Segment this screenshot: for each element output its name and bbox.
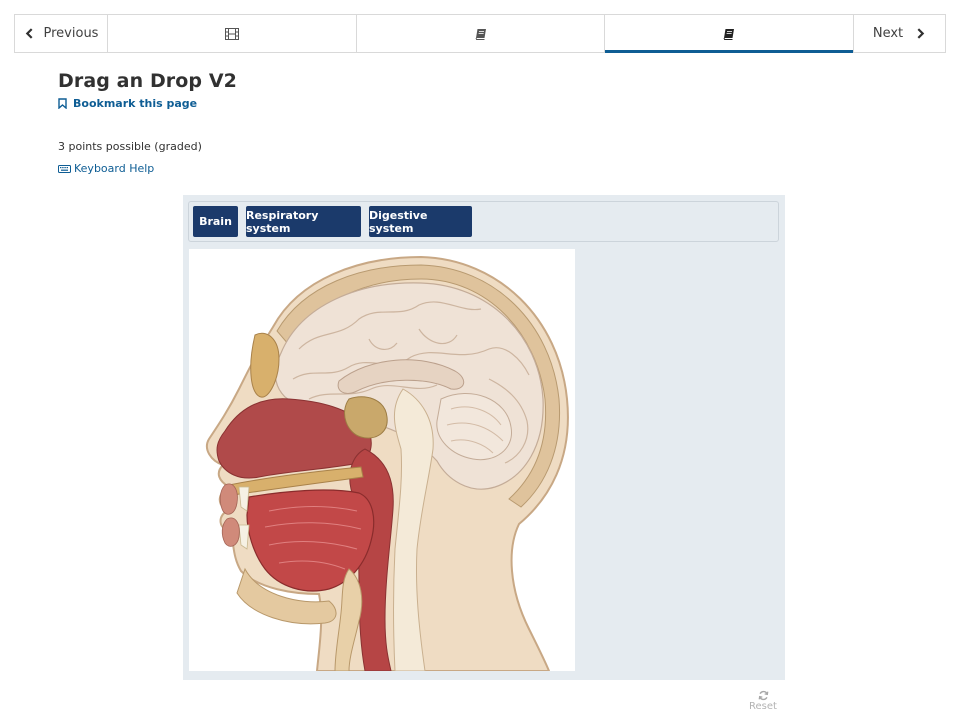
- points-possible: 3 points possible (graded): [58, 140, 202, 153]
- sequence-tab-video[interactable]: [108, 15, 357, 52]
- chevron-left-icon: [25, 28, 32, 39]
- keyboard-help-label: Keyboard Help: [74, 162, 155, 175]
- next-button[interactable]: Next: [853, 15, 945, 52]
- sequence-nav: Previous Next: [14, 14, 946, 53]
- book-icon: [723, 28, 735, 40]
- item-bank: Brain Respiratory system Digestive syste…: [188, 201, 779, 242]
- sequence-tabs: [108, 15, 853, 53]
- book-icon: [475, 28, 486, 40]
- chevron-right-icon: [917, 28, 925, 39]
- reset-label: Reset: [749, 701, 777, 712]
- bookmark-button[interactable]: Bookmark this page: [58, 97, 197, 110]
- drag-item-respiratory-system[interactable]: Respiratory system: [246, 206, 361, 237]
- refresh-icon: [758, 690, 768, 701]
- sequence-tab-problem-2[interactable]: [605, 15, 853, 53]
- sequence-tab-problem-1[interactable]: [357, 15, 606, 52]
- previous-button[interactable]: Previous: [15, 15, 108, 52]
- keyboard-icon: [58, 164, 71, 173]
- film-icon: [224, 27, 239, 40]
- keyboard-help-link[interactable]: Keyboard Help: [58, 162, 154, 175]
- drag-item-digestive-system[interactable]: Digestive system: [369, 206, 472, 237]
- head-anatomy-image: [205, 255, 569, 671]
- next-label: Next: [872, 26, 904, 41]
- bookmark-icon: [58, 98, 67, 109]
- drop-target-image[interactable]: [189, 249, 575, 671]
- bookmark-label: Bookmark this page: [73, 97, 198, 110]
- reset-button[interactable]: Reset: [744, 690, 782, 712]
- drag-item-brain[interactable]: Brain: [193, 206, 238, 237]
- previous-label: Previous: [43, 26, 99, 41]
- unit-title: Drag an Drop V2: [58, 70, 237, 92]
- drag-and-drop-block: Brain Respiratory system Digestive syste…: [183, 195, 785, 680]
